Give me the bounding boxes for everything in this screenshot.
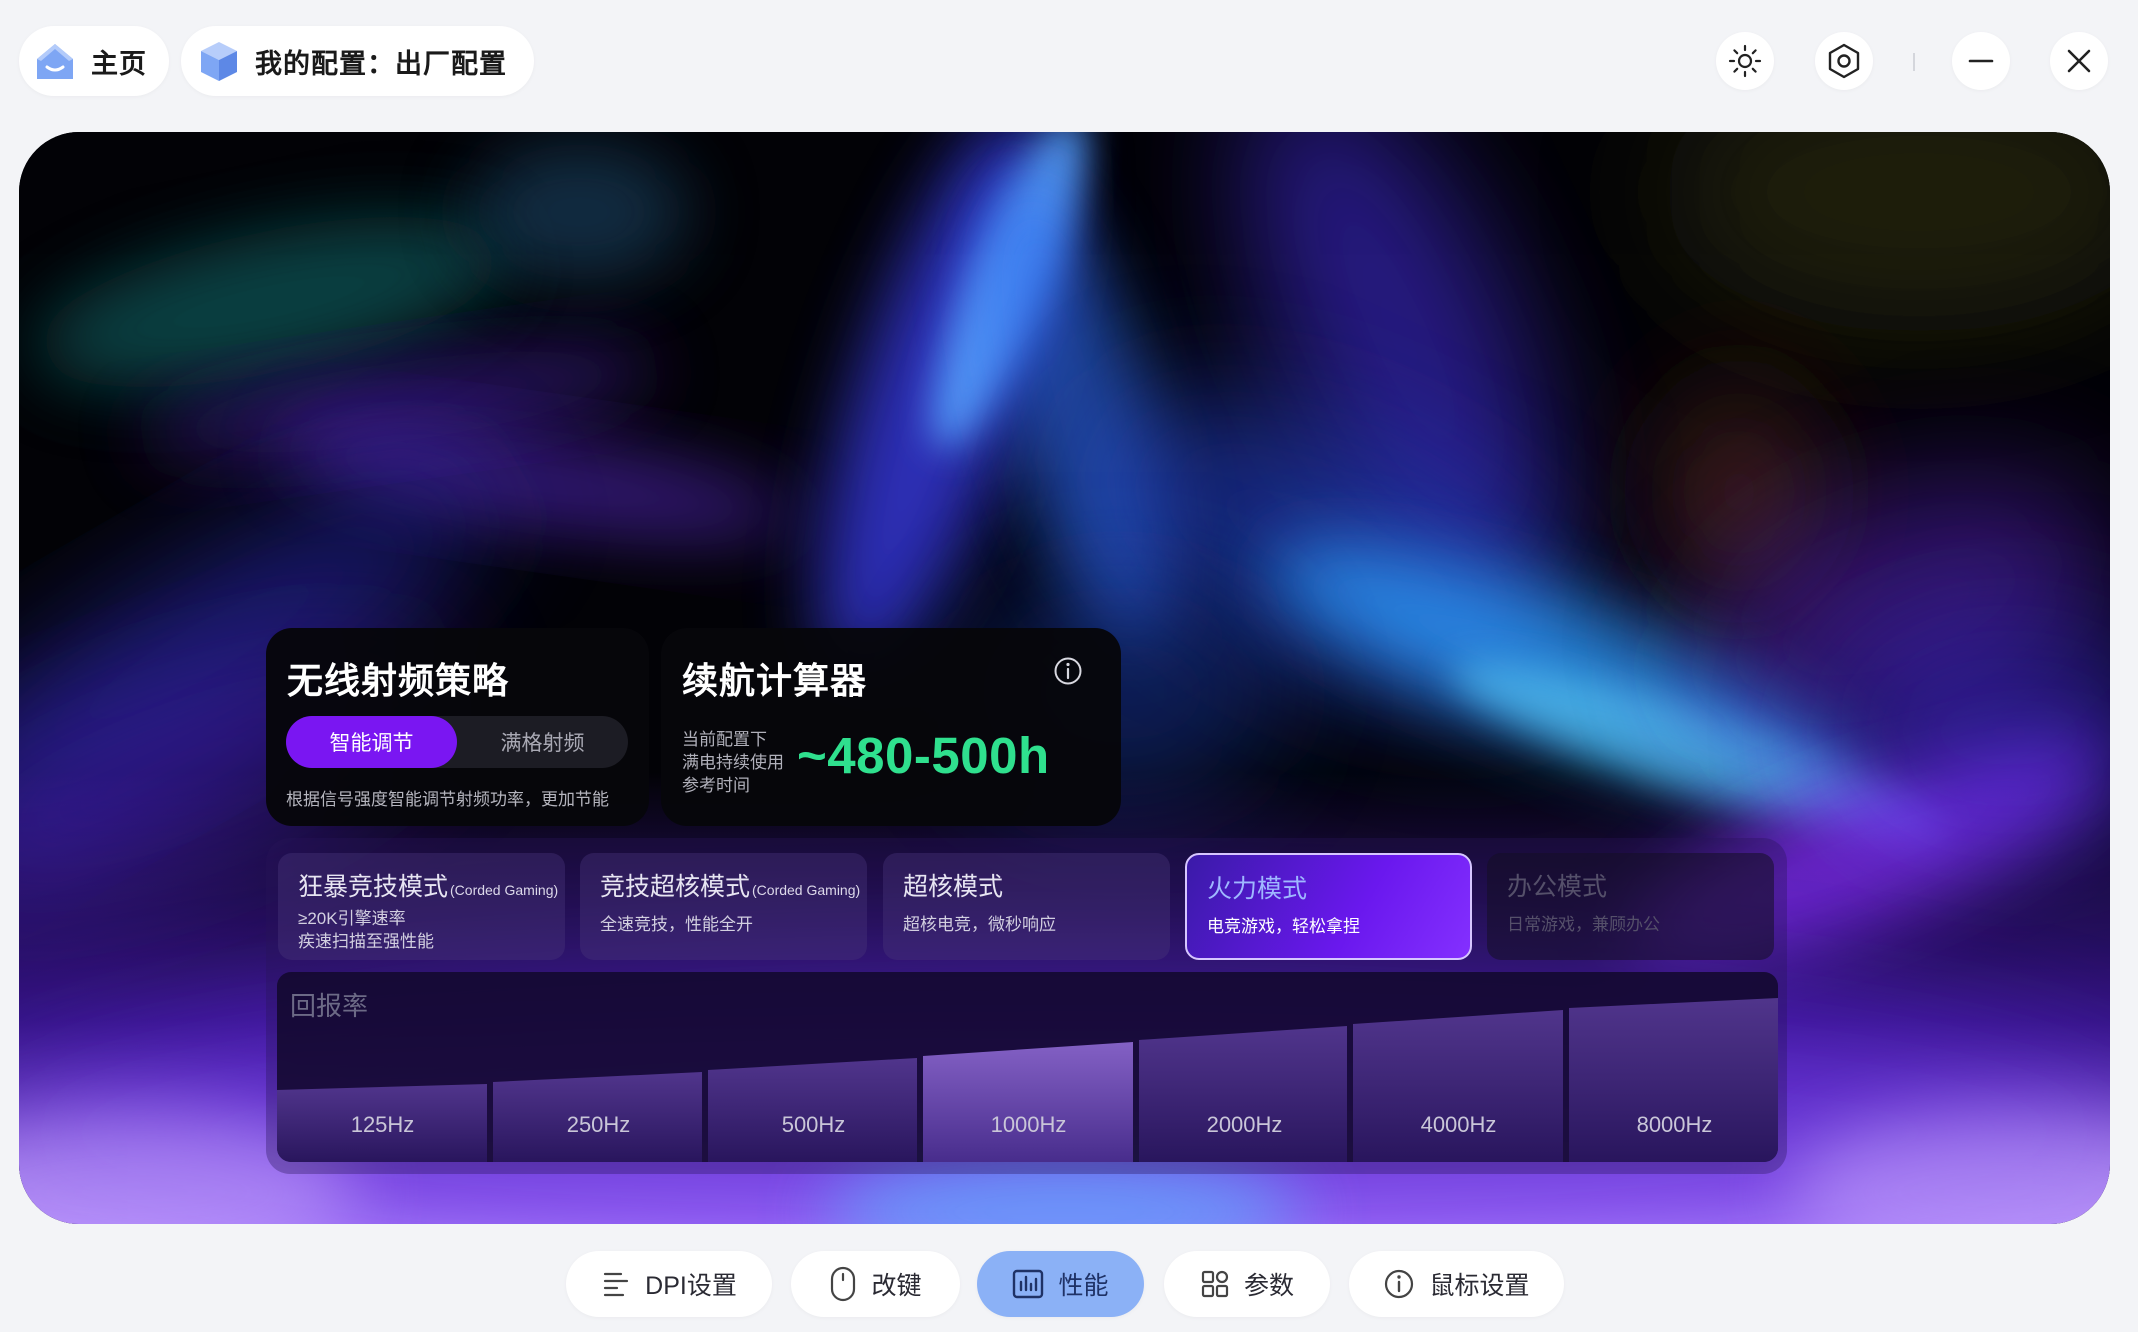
mode-name: 狂暴竞技模式 (Corded Gaming) (298, 867, 558, 903)
poll-label-250[interactable]: 250Hz (493, 1112, 704, 1138)
nav-key-remap[interactable]: 改键 (791, 1251, 960, 1317)
cube-icon (201, 42, 237, 81)
poll-bar-500[interactable] (708, 1058, 917, 1162)
mode-name: 办公模式 (1507, 873, 1608, 901)
nav-performance[interactable]: 性能 (977, 1251, 1144, 1317)
grid-icon (1201, 1270, 1229, 1298)
nav-label: DPI设置 (645, 1272, 737, 1300)
info-icon[interactable] (1053, 656, 1083, 686)
mode-description: 全速竞技，性能全开 (600, 915, 753, 934)
poll-bar-1000[interactable] (923, 1042, 1133, 1162)
mode-tag: (Corded Gaming) (450, 882, 559, 898)
mode-description: 电竞游戏，轻松拿捏 (1207, 917, 1360, 936)
mode-description-line: ≥20K引擎速率 (298, 909, 406, 928)
poll-label-8000[interactable]: 8000Hz (1569, 1112, 1778, 1138)
nav-parameters[interactable]: 参数 (1164, 1251, 1330, 1317)
rf-segmented-control: 智能调节 满格射频 (286, 716, 628, 768)
battery-caption-line: 满电持续使用 (682, 753, 784, 772)
home-label: 主页 (91, 48, 147, 79)
mode-description: ≥20K引擎速率 疾速扫描至强性能 (298, 907, 545, 953)
poll-bar-4000[interactable] (1353, 1010, 1563, 1162)
close-button[interactable] (2050, 32, 2108, 90)
home-icon (37, 44, 73, 79)
mode-description-line: 疾速扫描至强性能 (298, 932, 434, 951)
poll-label-2000[interactable]: 2000Hz (1139, 1112, 1350, 1138)
mode-description: 超核电竞，微秒响应 (903, 915, 1056, 934)
mode-overcore[interactable]: 超核模式 超核电竞，微秒响应 (883, 853, 1170, 960)
hexagon-settings-icon (1828, 43, 1860, 79)
mode-name: 竞技超核模式 (Corded Gaming) (600, 867, 860, 903)
nav-label: 参数 (1243, 1272, 1294, 1300)
rf-option-full[interactable]: 满格射频 (457, 716, 628, 768)
settings-button[interactable] (1815, 32, 1873, 90)
nav-dpi-settings[interactable]: DPI设置 (566, 1251, 772, 1317)
battery-card-title: 续航计算器 (682, 660, 868, 701)
mode-name-text: 竞技超核模式 (600, 873, 751, 901)
battery-caption-line: 当前配置下 (682, 730, 767, 749)
rf-card-title: 无线射频策略 (287, 660, 510, 701)
mode-office[interactable]: 办公模式 日常游戏，兼顾办公 (1487, 853, 1774, 960)
battery-life-value: ~480-500h (797, 727, 1050, 784)
nav-mouse-settings[interactable]: 鼠标设置 (1349, 1251, 1564, 1317)
battery-caption-line: 参考时间 (682, 776, 750, 795)
poll-label-500[interactable]: 500Hz (708, 1112, 919, 1138)
mode-competitive-overcore[interactable]: 竞技超核模式 (Corded Gaming) 全速竞技，性能全开 (580, 853, 867, 960)
polling-rate-selector: 回报率 125Hz 250Hz 500Hz 1000Hz 2000Hz 4000… (277, 972, 1778, 1162)
poll-label-125[interactable]: 125Hz (277, 1112, 488, 1138)
config-label: 我的配置：出厂配置 (255, 48, 507, 79)
info-icon (1385, 1269, 1414, 1299)
mode-description: 日常游戏，兼顾办公 (1507, 915, 1660, 934)
minimize-icon (1968, 59, 1994, 63)
rf-description: 根据信号强度智能调节射频功率，更加节能 (286, 790, 609, 809)
nav-label: 改键 (871, 1272, 922, 1300)
poll-label-1000[interactable]: 1000Hz (923, 1112, 1134, 1138)
home-tab[interactable]: 主页 (19, 26, 169, 96)
battery-caption: 当前配置下 满电持续使用 参考时间 (682, 728, 784, 797)
minimize-button[interactable] (1952, 32, 2010, 90)
dpi-icon (604, 1272, 629, 1297)
mouse-icon (831, 1266, 856, 1302)
mode-name-text: 狂暴竞技模式 (298, 873, 449, 901)
mode-frenzy-competitive[interactable]: 狂暴竞技模式 (Corded Gaming) ≥20K引擎速率 疾速扫描至强性能 (278, 853, 565, 960)
theme-toggle-button[interactable] (1716, 32, 1774, 90)
mode-name: 火力模式 (1207, 875, 1308, 903)
mode-tag: (Corded Gaming) (752, 882, 861, 898)
polling-rate-title: 回报率 (290, 991, 369, 1021)
poll-label-4000[interactable]: 4000Hz (1353, 1112, 1564, 1138)
mode-firepower[interactable]: 火力模式 电竞游戏，轻松拿捏 (1185, 853, 1472, 960)
performance-icon (1013, 1269, 1044, 1299)
rf-option-smart[interactable]: 智能调节 (286, 716, 457, 768)
poll-bar-2000[interactable] (1139, 1026, 1347, 1162)
mode-name: 超核模式 (903, 873, 1004, 901)
battery-calculator-card: 续航计算器 当前配置下 满电持续使用 参考时间 ~480-500h (661, 628, 1121, 826)
nav-label: 性能 (1058, 1272, 1109, 1300)
config-tab[interactable]: 我的配置：出厂配置 (181, 26, 534, 96)
sun-icon (1728, 44, 1762, 78)
divider (1913, 53, 1915, 71)
close-icon (2067, 49, 2091, 73)
nav-label: 鼠标设置 (1429, 1272, 1530, 1300)
rf-strategy-card: 无线射频策略 智能调节 满格射频 根据信号强度智能调节射频功率，更加节能 (266, 628, 649, 826)
